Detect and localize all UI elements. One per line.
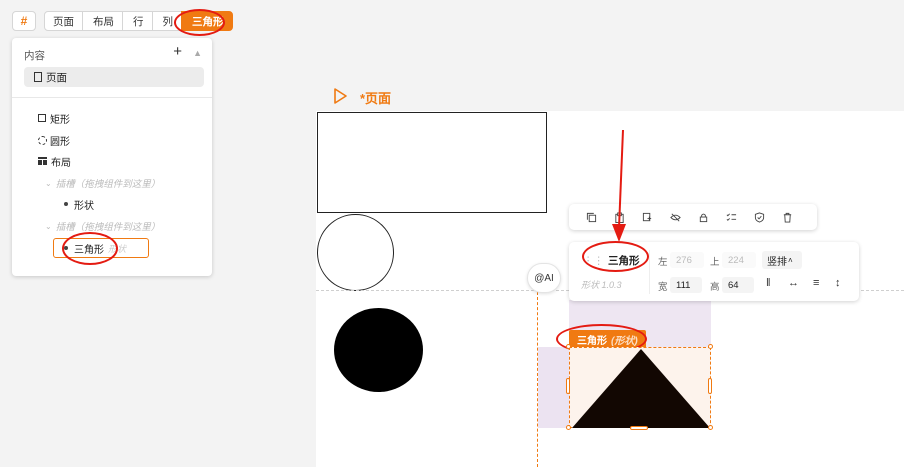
direction-select[interactable]: 竖排 ˄ xyxy=(762,251,802,269)
circle-icon xyxy=(38,135,47,145)
resize-handle[interactable] xyxy=(708,425,713,430)
component-version: 形状 1.0.3 xyxy=(581,280,622,290)
layout-icon xyxy=(38,157,47,165)
breadcrumb-item-page[interactable]: 页面 xyxy=(44,11,83,31)
hide-icon[interactable] xyxy=(661,204,689,230)
drag-handle-icon[interactable]: ⋮⋮ xyxy=(583,255,604,267)
resize-handle[interactable] xyxy=(630,426,648,430)
page-item[interactable]: 页面 xyxy=(24,67,204,87)
breadcrumb-item-layout[interactable]: 布局 xyxy=(82,11,123,31)
tree-item-label: 形状 xyxy=(74,200,94,212)
direction-select-value: 竖排 xyxy=(767,256,787,268)
left-field[interactable]: 276 xyxy=(670,252,704,268)
tree-item-label: 圆形 xyxy=(50,136,70,148)
top-label: 上 xyxy=(710,257,720,268)
align-middle-icon[interactable]: ≡ xyxy=(813,277,819,289)
resize-handle[interactable] xyxy=(708,378,712,394)
breadcrumb: 页面 布局 行 列 三角形 xyxy=(44,11,233,31)
drop-zone-left xyxy=(538,347,569,428)
align-vertical-icon[interactable]: ‖ xyxy=(766,277,771,289)
triangle-shape[interactable] xyxy=(570,348,712,429)
tree-item-label: 布局 xyxy=(51,157,71,169)
element-name-label: 三角形 xyxy=(608,255,640,267)
duplicate-icon[interactable] xyxy=(633,204,661,230)
properties-panel: ⋮⋮ 三角形 形状 1.0.3 左 276 上 224 竖排 ˄ 宽 111 高 6… xyxy=(569,242,859,301)
copy-icon[interactable] xyxy=(577,204,605,230)
tree-item-triangle-selected[interactable]: 三角形 形状 xyxy=(53,238,149,258)
tree-item-rect[interactable]: 矩形 xyxy=(38,111,70,126)
annotation-arrow xyxy=(612,129,626,242)
selection-label[interactable]: 三角形 (形状) xyxy=(569,330,646,348)
resize-handle[interactable] xyxy=(566,378,570,394)
left-label: 左 xyxy=(658,257,668,268)
chevron-down-icon[interactable]: ⌄ xyxy=(45,179,52,188)
tree-item-shape[interactable]: 形状 xyxy=(64,197,94,212)
stretch-vertical-icon[interactable]: ↕ xyxy=(835,277,841,289)
canvas-circle[interactable] xyxy=(317,214,394,291)
add-button[interactable]: + xyxy=(173,43,182,60)
height-field[interactable]: 64 xyxy=(722,277,754,293)
canvas-rectangle[interactable] xyxy=(317,112,547,213)
resize-handle[interactable] xyxy=(566,344,571,349)
tree-item-layout[interactable]: 布局 xyxy=(38,154,71,169)
tree-item-slot-1[interactable]: ⌄ 插槽（拖拽组件到这里） xyxy=(45,176,161,191)
bullet-icon xyxy=(64,246,68,250)
selection-label-type: (形状) xyxy=(611,335,638,347)
hash-button[interactable]: # xyxy=(12,11,36,31)
panel-title: 内容 xyxy=(24,50,45,62)
breadcrumb-item-triangle[interactable]: 三角形 xyxy=(181,11,233,31)
content-panel: 内容 + ▲ 页面 矩形 圆形 布局 ⌄ 插槽（拖拽组件到这里） 形状 ⌄ 插槽… xyxy=(12,38,212,276)
pin-icon[interactable]: ▲ xyxy=(193,48,202,58)
tree-item-circle[interactable]: 圆形 xyxy=(38,133,70,148)
width-label: 宽 xyxy=(658,282,668,293)
page-item-label: 页面 xyxy=(46,71,67,84)
tree-item-slot-2[interactable]: ⌄ 插槽（拖拽组件到这里） xyxy=(45,219,161,234)
resize-handle[interactable] xyxy=(566,425,571,430)
rectangle-icon xyxy=(38,114,46,122)
ai-button[interactable]: @AI xyxy=(527,263,561,293)
bullet-icon xyxy=(64,202,68,206)
chevron-up-icon: ˄ xyxy=(788,255,793,265)
tree-item-label: 矩形 xyxy=(50,114,70,126)
stretch-horizontal-icon[interactable]: ↔ xyxy=(788,277,799,289)
checklist-icon[interactable] xyxy=(717,204,745,230)
selected-triangle[interactable] xyxy=(569,347,711,428)
tree-item-ghost-label: 形状 xyxy=(108,243,127,254)
height-label: 高 xyxy=(710,282,720,293)
play-icon[interactable] xyxy=(333,88,347,107)
breadcrumb-item-column[interactable]: 列 xyxy=(151,11,182,31)
lock-icon[interactable] xyxy=(689,204,717,230)
width-field[interactable]: 111 xyxy=(670,277,702,293)
canvas-filled-circle[interactable] xyxy=(334,308,423,392)
divider xyxy=(649,250,650,294)
resize-handle[interactable] xyxy=(708,344,713,349)
shield-check-icon[interactable] xyxy=(745,204,773,230)
selection-label-name: 三角形 xyxy=(577,335,607,347)
slot-label: 插槽（拖拽组件到这里） xyxy=(55,179,161,190)
element-name: ⋮⋮ 三角形 xyxy=(583,253,640,268)
chevron-down-icon[interactable]: ⌄ xyxy=(45,222,52,231)
breadcrumb-item-row[interactable]: 行 xyxy=(122,11,153,31)
tree-item-label: 三角形 xyxy=(74,244,104,256)
top-field[interactable]: 224 xyxy=(722,252,756,268)
slot-label: 插槽（拖拽组件到这里） xyxy=(55,222,161,233)
page-title: *页面 xyxy=(360,91,392,106)
delete-icon[interactable] xyxy=(773,204,801,230)
divider xyxy=(12,97,212,98)
document-icon xyxy=(34,72,42,82)
